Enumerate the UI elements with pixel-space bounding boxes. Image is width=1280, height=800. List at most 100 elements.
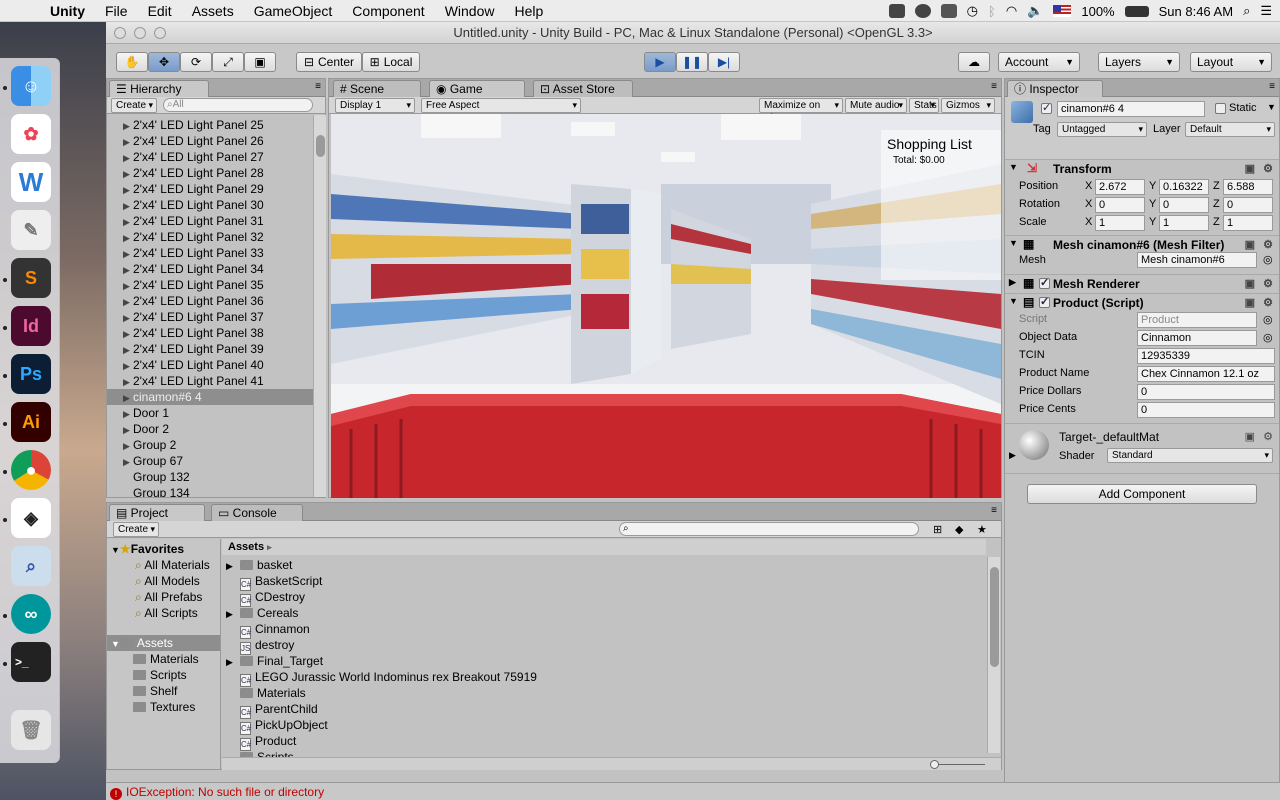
expand-arrow-icon[interactable]: ▶ — [123, 342, 133, 358]
panel-menu-icon[interactable]: ≡ — [991, 81, 997, 92]
help-icon[interactable]: ▣ — [1245, 277, 1255, 290]
hierarchy-item[interactable]: ▶ 2'x4' LED Light Panel 25 — [107, 117, 313, 133]
layer-dropdown[interactable]: Default — [1185, 122, 1275, 137]
display-dropdown[interactable]: Display 1 — [335, 98, 415, 113]
object-picker-icon[interactable]: ◎ — [1263, 313, 1273, 326]
preview-icon[interactable]: ⌕ — [11, 546, 51, 586]
creative-cloud-icon[interactable] — [914, 4, 931, 18]
chrome-icon[interactable]: ● — [11, 450, 51, 490]
slider-knob[interactable] — [930, 760, 939, 769]
gamepad-icon[interactable] — [888, 4, 905, 18]
expand-arrow-icon[interactable]: ▶ — [123, 278, 133, 294]
expand-arrow-icon[interactable]: ▶ — [123, 182, 133, 198]
step-button[interactable]: ▶| — [708, 52, 740, 72]
hierarchy-item[interactable]: ▶ Group 67 — [107, 453, 313, 469]
hierarchy-item[interactable]: ▶ 2'x4' LED Light Panel 40 — [107, 357, 313, 373]
transform-x-field[interactable]: 0 — [1095, 197, 1145, 213]
aspect-dropdown[interactable]: Free Aspect — [421, 98, 581, 113]
hand-tool-button[interactable]: ✋ — [116, 52, 148, 72]
expand-arrow-icon[interactable]: ▶ — [226, 654, 240, 670]
time-machine-icon[interactable]: ◷ — [967, 3, 978, 19]
hierarchy-item[interactable]: ▶ 2'x4' LED Light Panel 33 — [107, 245, 313, 261]
expand-arrow-icon[interactable]: ▶ — [123, 406, 133, 422]
expand-arrow-icon[interactable]: ▶ — [123, 230, 133, 246]
transform-z-field[interactable]: 6.588 — [1223, 179, 1273, 195]
scrollbar-thumb[interactable] — [990, 567, 999, 667]
expand-arrow-icon[interactable]: ▶ — [123, 118, 133, 134]
notification-center-icon[interactable]: ☰ — [1260, 3, 1272, 19]
layers-dropdown[interactable]: Layers ▼ — [1098, 52, 1180, 72]
script-field-value[interactable]: Chex Cinnamon 12.1 oz — [1137, 366, 1275, 382]
icon-size-slider[interactable] — [933, 764, 985, 765]
expand-arrow-icon[interactable]: ▶ — [123, 134, 133, 150]
photos-icon[interactable]: ✿ — [11, 114, 51, 154]
tab-scene[interactable]: # Scene — [333, 80, 421, 97]
tab-project[interactable]: ▤ Project — [109, 504, 205, 521]
asset-item[interactable]: C# CDestroy — [226, 589, 305, 607]
menu-component[interactable]: Component — [342, 3, 434, 19]
gear-icon[interactable]: ⚙ — [1263, 296, 1273, 309]
project-search-input[interactable]: ⌕ — [619, 522, 919, 536]
asset-item[interactable]: Materials — [226, 685, 306, 701]
hierarchy-item[interactable]: ▶ 2'x4' LED Light Panel 34 — [107, 261, 313, 277]
hierarchy-search-input[interactable]: ⌕All — [163, 98, 313, 112]
hierarchy-scrollbar[interactable] — [313, 115, 326, 497]
input-flag-icon[interactable] — [1053, 5, 1072, 17]
gear-icon[interactable]: ⚙ — [1263, 277, 1273, 290]
tab-game[interactable]: ◉ Game — [429, 80, 525, 97]
foldout-arrow-icon[interactable]: ▶ — [1009, 450, 1016, 461]
scrollbar-thumb[interactable] — [316, 135, 325, 157]
transform-z-field[interactable]: 0 — [1223, 197, 1273, 213]
stats-toggle[interactable]: Stats — [909, 98, 939, 113]
battery-percent[interactable]: 100% — [1081, 4, 1114, 19]
menu-assets[interactable]: Assets — [182, 3, 244, 19]
menu-gameobject[interactable]: GameObject — [244, 3, 343, 19]
expand-arrow-icon[interactable]: ▶ — [123, 198, 133, 214]
chevron-down-icon[interactable]: ▼ — [1267, 102, 1276, 112]
tab-hierarchy[interactable]: ☰ Hierarchy — [109, 80, 209, 97]
play-button[interactable]: ▶ — [644, 52, 676, 72]
cloud-button[interactable]: ☁ — [958, 52, 990, 72]
clock[interactable]: Sun 8:46 AM — [1159, 4, 1233, 19]
expand-arrow-icon[interactable]: ▶ — [123, 166, 133, 182]
assets-scrollbar[interactable] — [987, 557, 1000, 753]
help-icon[interactable]: ▣ — [1245, 430, 1255, 443]
pause-button[interactable]: ❚❚ — [676, 52, 708, 72]
tab-asset-store[interactable]: ⊡ Asset Store — [533, 80, 633, 97]
hierarchy-create-dropdown[interactable]: Create — [111, 98, 157, 113]
asset-item[interactable]: ▶ Cereals — [226, 605, 298, 621]
hierarchy-item[interactable]: ▶ Door 1 — [107, 405, 313, 421]
active-checkbox[interactable] — [1041, 101, 1052, 114]
expand-arrow-icon[interactable]: ▶ — [123, 310, 133, 326]
hierarchy-item[interactable]: ▶ 2'x4' LED Light Panel 29 — [107, 181, 313, 197]
foldout-arrow-icon[interactable]: ▼ — [1009, 296, 1018, 306]
gizmos-dropdown[interactable]: Gizmos — [941, 98, 995, 113]
hierarchy-item[interactable]: ▶ 2'x4' LED Light Panel 32 — [107, 229, 313, 245]
trash-icon[interactable]: 🗑 — [11, 710, 51, 750]
asset-item[interactable]: ▶ Final_Target — [226, 653, 323, 669]
transform-y-field[interactable]: 0.16322 — [1159, 179, 1209, 195]
expand-arrow-icon[interactable]: ▶ — [123, 150, 133, 166]
panel-menu-icon[interactable]: ≡ — [991, 505, 997, 516]
hierarchy-item[interactable]: ▶ 2'x4' LED Light Panel 41 — [107, 373, 313, 389]
gear-icon[interactable]: ⚙ — [1263, 238, 1273, 251]
favorite-all-models[interactable]: ⌕ All Models — [135, 573, 200, 589]
hierarchy-item[interactable]: ▶ 2'x4' LED Light Panel 26 — [107, 133, 313, 149]
hierarchy-item[interactable]: ▶ 2'x4' LED Light Panel 28 — [107, 165, 313, 181]
product-script-header[interactable]: ▼ ▤ Product (Script) ▣ ⚙ — [1005, 293, 1279, 312]
script-field-value[interactable]: 0 — [1137, 402, 1275, 418]
photoshop-icon[interactable]: Ps — [11, 354, 51, 394]
gear-icon[interactable]: ⚙ — [1263, 430, 1273, 443]
asset-item[interactable]: JS destroy — [226, 637, 294, 655]
zoom-window-button[interactable] — [154, 27, 166, 39]
object-picker-icon[interactable]: ◎ — [1263, 331, 1273, 344]
help-icon[interactable]: ▣ — [1245, 162, 1255, 175]
volume-icon[interactable]: 🔈 — [1027, 3, 1043, 19]
hierarchy-item[interactable]: ▶ 2'x4' LED Light Panel 35 — [107, 277, 313, 293]
expand-arrow-icon[interactable]: ▶ — [123, 262, 133, 278]
transform-x-field[interactable]: 1 — [1095, 215, 1145, 231]
hierarchy-item[interactable]: ▶ 2'x4' LED Light Panel 36 — [107, 293, 313, 309]
hierarchy-item[interactable]: ▶ 2'x4' LED Light Panel 30 — [107, 197, 313, 213]
hierarchy-item[interactable]: ▶ 2'x4' LED Light Panel 31 — [107, 213, 313, 229]
transform-header[interactable]: ▼ ⇲ Transform ▣ ⚙ — [1005, 159, 1279, 178]
